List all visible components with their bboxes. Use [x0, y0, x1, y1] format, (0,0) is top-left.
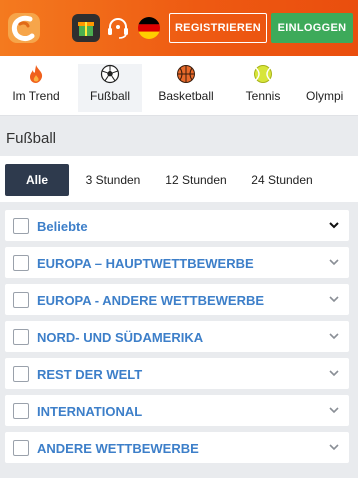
- page-title: Fußball: [6, 130, 57, 147]
- list-item[interactable]: ANDERE WETTBEWERBE: [5, 432, 349, 463]
- chevron-down-icon[interactable]: [327, 218, 341, 232]
- list-item[interactable]: EUROPA – HAUPTWETTBEWERBE: [5, 247, 349, 278]
- tab-label: Tennis: [245, 89, 281, 103]
- tab-im-trend[interactable]: Im Trend: [4, 64, 68, 112]
- league-label: EUROPA – HAUPTWETTBEWERBE: [37, 256, 254, 271]
- filter-24h-button[interactable]: 24 Stunden: [244, 164, 320, 196]
- league-label: NORD- UND SÜDAMERIKA: [37, 330, 204, 345]
- flame-icon: [26, 64, 46, 84]
- league-label: Beliebte: [37, 219, 88, 234]
- filter-3h-button[interactable]: 3 Stunden: [78, 164, 148, 196]
- tab-olympia[interactable]: Olympi: [306, 64, 358, 112]
- basketball-icon: [176, 64, 196, 84]
- list-item[interactable]: EUROPA - ANDERE WETTBEWERBE: [5, 284, 349, 315]
- bookmaker-logo-icon[interactable]: [6, 10, 42, 46]
- tab-basketball[interactable]: Basketball: [152, 64, 220, 112]
- soccer-ball-icon: [100, 64, 120, 84]
- checkbox[interactable]: [13, 255, 29, 271]
- german-flag-icon[interactable]: [138, 17, 160, 39]
- register-button[interactable]: REGISTRIEREN: [169, 13, 267, 43]
- league-label: REST DER WELT: [37, 367, 143, 382]
- filter-12h-button[interactable]: 12 Stunden: [158, 164, 234, 196]
- chevron-down-icon[interactable]: [327, 366, 341, 380]
- tab-label: Olympi: [306, 89, 344, 103]
- checkbox[interactable]: [13, 292, 29, 308]
- league-list: Beliebte EUROPA – HAUPTWETTBEWERBE EUROP…: [5, 210, 349, 469]
- chevron-down-icon[interactable]: [327, 255, 341, 269]
- filter-all-button[interactable]: Alle: [5, 164, 69, 196]
- tab-fussball[interactable]: Fußball: [78, 64, 142, 112]
- chevron-down-icon[interactable]: [327, 329, 341, 343]
- login-button[interactable]: EINLOGGEN: [271, 13, 353, 43]
- support-headset-icon[interactable]: [104, 14, 132, 42]
- gift-icon[interactable]: [72, 14, 100, 42]
- checkbox[interactable]: [13, 366, 29, 382]
- list-item[interactable]: NORD- UND SÜDAMERIKA: [5, 321, 349, 352]
- tennis-ball-icon: [253, 64, 273, 84]
- list-item[interactable]: Beliebte: [5, 210, 349, 241]
- checkbox[interactable]: [13, 329, 29, 345]
- checkbox[interactable]: [13, 403, 29, 419]
- time-filter-bar: Alle 3 Stunden 12 Stunden 24 Stunden: [0, 156, 358, 202]
- list-item[interactable]: INTERNATIONAL: [5, 395, 349, 426]
- tab-label: Basketball: [158, 89, 214, 103]
- tab-label: Im Trend: [12, 89, 60, 103]
- league-label: EUROPA - ANDERE WETTBEWERBE: [37, 293, 265, 308]
- top-header: REGISTRIEREN EINLOGGEN: [0, 0, 358, 56]
- chevron-down-icon[interactable]: [327, 440, 341, 454]
- olympics-icon: [322, 64, 342, 84]
- list-item[interactable]: REST DER WELT: [5, 358, 349, 389]
- league-label: ANDERE WETTBEWERBE: [37, 441, 199, 456]
- tab-tennis[interactable]: Tennis: [232, 64, 294, 112]
- tab-label: Fußball: [89, 89, 130, 103]
- checkbox[interactable]: [13, 218, 29, 234]
- league-label: INTERNATIONAL: [37, 404, 143, 419]
- chevron-down-icon[interactable]: [327, 292, 341, 306]
- chevron-down-icon[interactable]: [327, 403, 341, 417]
- checkbox[interactable]: [13, 440, 29, 456]
- sport-tabs: Im Trend Fußball Basketball Tennis Olymp…: [0, 56, 358, 116]
